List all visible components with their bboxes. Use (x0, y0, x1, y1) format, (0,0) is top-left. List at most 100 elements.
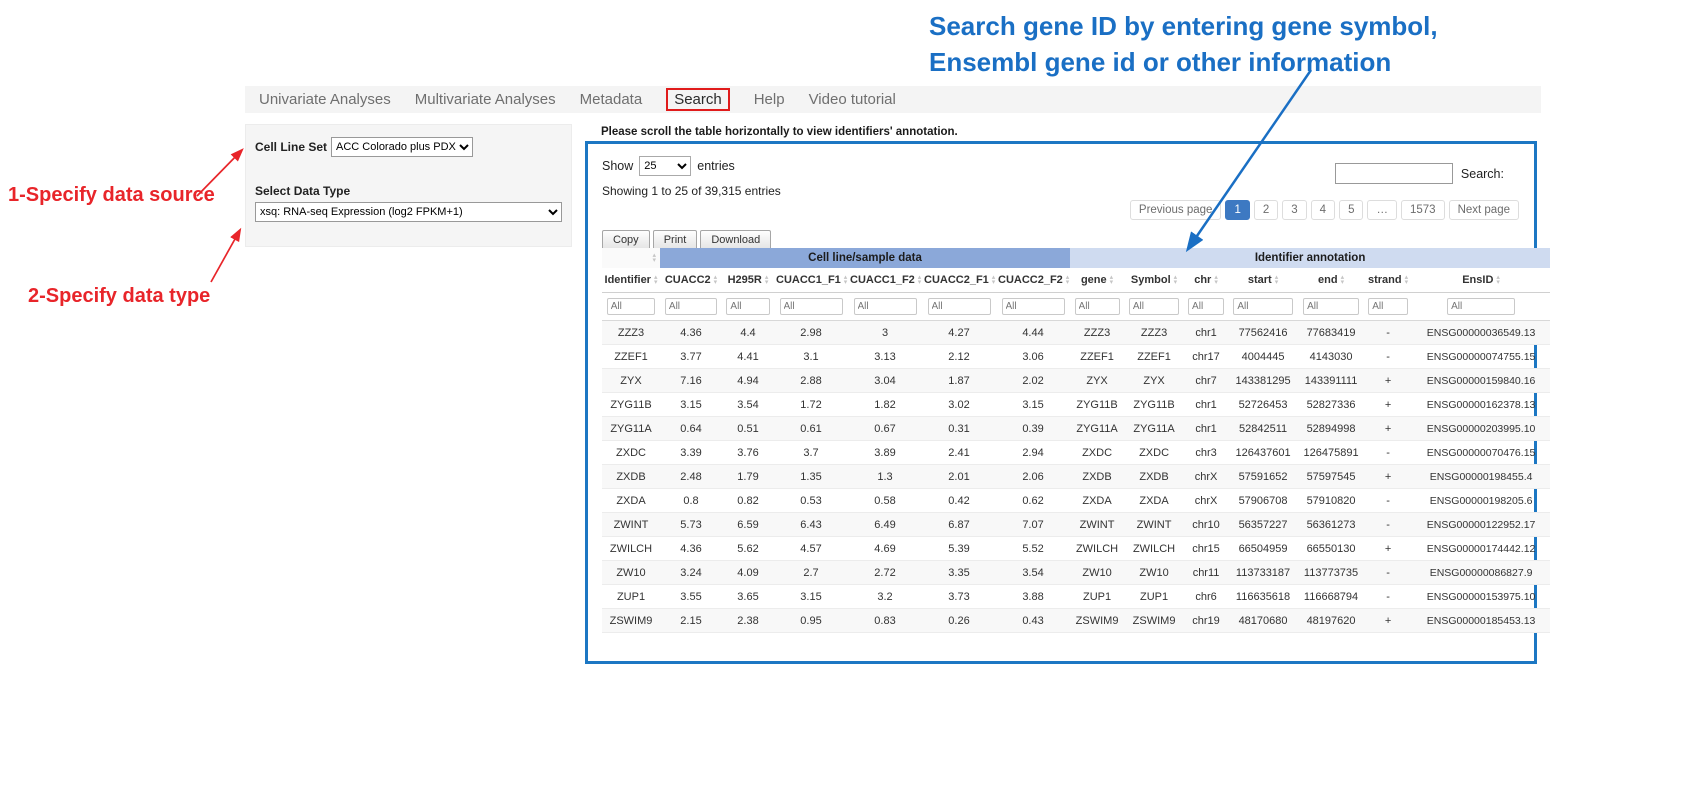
sort-icon[interactable]: ▴▾ (1110, 275, 1114, 285)
nav-item-help[interactable]: Help (754, 91, 785, 108)
sort-icon[interactable]: ▴▾ (1341, 275, 1345, 285)
sort-icon[interactable]: ▴▾ (918, 275, 922, 285)
page-number-button[interactable]: 2 (1254, 200, 1278, 220)
table-cell: 4.44 (996, 321, 1070, 345)
column-header[interactable]: strand▴▾ (1364, 268, 1412, 293)
column-header[interactable]: Identifier▴▾ (602, 268, 660, 293)
column-header[interactable]: CUACC2_F1▴▾ (922, 268, 996, 293)
column-filter-input[interactable] (1447, 298, 1515, 315)
column-header[interactable]: CUACC1_F1▴▾ (774, 268, 848, 293)
filter-cell (1364, 293, 1412, 321)
data-type-select[interactable]: xsq: RNA-seq Expression (log2 FPKM+1) (255, 202, 562, 222)
nav-item-univariate-analyses[interactable]: Univariate Analyses (259, 91, 391, 108)
table-cell: ZZEF1 (1124, 345, 1184, 369)
column-header[interactable]: CUACC1_F2▴▾ (848, 268, 922, 293)
sort-icon[interactable]: ▴▾ (844, 275, 848, 285)
search-input[interactable] (1335, 163, 1453, 184)
column-filter-input[interactable] (1368, 298, 1408, 315)
column-filter-input[interactable] (1129, 298, 1179, 315)
column-filter-input[interactable] (1233, 298, 1292, 315)
column-filter-input[interactable] (1188, 298, 1224, 315)
sort-icon[interactable]: ▴▾ (1405, 275, 1409, 285)
page-number-button[interactable]: 1 (1225, 200, 1249, 220)
column-filter-input[interactable] (1002, 298, 1065, 315)
print-button[interactable]: Print (653, 230, 698, 250)
nav-item-search[interactable]: Search (666, 88, 730, 111)
table-cell: ZSWIM9 (602, 609, 660, 633)
sort-icon[interactable]: ▴▾ (654, 275, 658, 285)
page-number-button[interactable]: 4 (1311, 200, 1335, 220)
sort-icon[interactable]: ▴▾ (1214, 275, 1218, 285)
cell-line-set-select[interactable]: ACC Colorado plus PDX (331, 137, 473, 157)
table-cell: 3.02 (922, 393, 996, 417)
column-filter-input[interactable] (928, 298, 991, 315)
previous-page-button[interactable]: Previous page (1130, 200, 1222, 220)
sort-icon[interactable]: ▴▾ (992, 275, 996, 285)
table-cell: 2.01 (922, 465, 996, 489)
table-row: ZUP13.553.653.153.23.733.88ZUP1ZUP1chr61… (602, 585, 1550, 609)
table-cell: 5.52 (996, 537, 1070, 561)
table-cell: chr7 (1184, 369, 1228, 393)
table-cell: 4.27 (922, 321, 996, 345)
sort-icon[interactable]: ▴▾ (1066, 275, 1070, 285)
table-cell: 5.73 (660, 513, 722, 537)
column-header[interactable]: chr▴▾ (1184, 268, 1228, 293)
filter-cell (1124, 293, 1184, 321)
column-filter-input[interactable] (607, 298, 656, 315)
corner-header[interactable]: ▴▾ (602, 248, 660, 268)
column-header[interactable]: H295R▴▾ (722, 268, 774, 293)
sort-icon[interactable]: ▴▾ (1496, 275, 1500, 285)
column-header-row: Identifier▴▾ CUACC2▴▾ H295R▴▾ CUACC1_F1▴… (602, 268, 1550, 293)
table-cell: 3.65 (722, 585, 774, 609)
table-cell: 3 (848, 321, 922, 345)
table-cell: ZXDA (1124, 489, 1184, 513)
filter-cell (1070, 293, 1124, 321)
download-button[interactable]: Download (700, 230, 771, 250)
table-cell: ENSG00000074755.15 (1412, 345, 1550, 369)
page-number-button[interactable]: 5 (1339, 200, 1363, 220)
filter-cell (922, 293, 996, 321)
table-cell: 113773735 (1298, 561, 1364, 585)
column-filter-input[interactable] (854, 298, 917, 315)
column-filter-input[interactable] (726, 298, 769, 315)
column-header[interactable]: Symbol▴▾ (1124, 268, 1184, 293)
table-cell: 57591652 (1228, 465, 1298, 489)
column-header[interactable]: gene▴▾ (1070, 268, 1124, 293)
nav-item-video-tutorial[interactable]: Video tutorial (809, 91, 896, 108)
nav-item-metadata[interactable]: Metadata (580, 91, 643, 108)
sort-icon[interactable]: ▴▾ (765, 275, 769, 285)
sort-icon[interactable]: ▴▾ (1275, 275, 1279, 285)
table-cell: 3.7 (774, 441, 848, 465)
column-filter-input[interactable] (665, 298, 717, 315)
group-header-identifier: Identifier annotation (1070, 248, 1550, 268)
page-number-button[interactable]: … (1367, 200, 1397, 220)
table-cell: chr6 (1184, 585, 1228, 609)
table-cell: 7.07 (996, 513, 1070, 537)
column-filter-input[interactable] (1303, 298, 1359, 315)
nav-bar: Univariate Analyses Multivariate Analyse… (245, 86, 1541, 113)
column-header[interactable]: EnsID▴▾ (1412, 268, 1550, 293)
column-filter-input[interactable] (780, 298, 843, 315)
table-cell: 52726453 (1228, 393, 1298, 417)
table-cell: 6.43 (774, 513, 848, 537)
nav-item-multivariate-analyses[interactable]: Multivariate Analyses (415, 91, 556, 108)
table-cell: 3.39 (660, 441, 722, 465)
sort-icon[interactable]: ▴▾ (1174, 275, 1178, 285)
column-header[interactable]: end▴▾ (1298, 268, 1364, 293)
column-header[interactable]: CUACC2_F2▴▾ (996, 268, 1070, 293)
column-header[interactable]: start▴▾ (1228, 268, 1298, 293)
table-cell: 1.3 (848, 465, 922, 489)
table-cell: ENSG00000198455.4 (1412, 465, 1550, 489)
sort-icon[interactable]: ▴▾ (714, 275, 718, 285)
annotation-search-note-line1: Search gene ID by entering gene symbol, (929, 8, 1438, 44)
table-cell: 5.39 (922, 537, 996, 561)
page-number-button[interactable]: 3 (1282, 200, 1306, 220)
page-number-button[interactable]: 1573 (1401, 200, 1445, 220)
page-length-select[interactable]: 25 (639, 156, 691, 176)
column-filter-input[interactable] (1075, 298, 1120, 315)
next-page-button[interactable]: Next page (1449, 200, 1519, 220)
copy-button[interactable]: Copy (602, 230, 650, 250)
column-header[interactable]: CUACC2▴▾ (660, 268, 722, 293)
table-cell: + (1364, 465, 1412, 489)
table-row: ZYG11A0.640.510.610.670.310.39ZYG11AZYG1… (602, 417, 1550, 441)
